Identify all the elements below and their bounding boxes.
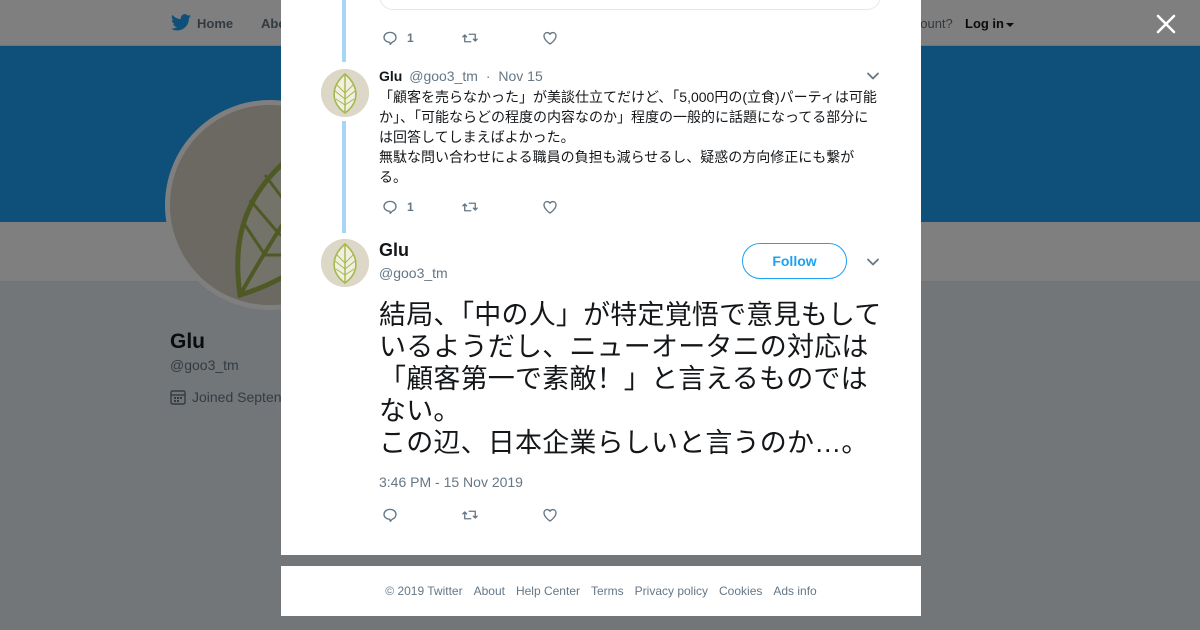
main-tweet-text: 結局、「中の人」が特定覚悟で意見もしているようだし、ニューオータニの対応は「顧客…: [379, 300, 882, 458]
footer-link-cookies[interactable]: Cookies: [719, 584, 762, 598]
like-button[interactable]: [541, 29, 621, 47]
footer-link-terms[interactable]: Terms: [591, 584, 624, 598]
chevron-down-icon[interactable]: [866, 71, 880, 81]
footer-link-about[interactable]: About: [474, 584, 505, 598]
retweet-icon: [462, 510, 478, 520]
thread-line: [342, 121, 346, 233]
main-tweet-avatar[interactable]: [321, 239, 369, 287]
reply-separator: ·: [485, 68, 491, 84]
reply-author-handle[interactable]: @goo3_tm: [409, 68, 478, 84]
like-button[interactable]: [541, 198, 621, 216]
reply-avatar[interactable]: [321, 69, 369, 117]
main-tweet-timestamp[interactable]: 3:46 PM - 15 Nov 2019: [379, 474, 523, 490]
reply-count: 1: [407, 31, 414, 45]
retweet-button[interactable]: [461, 198, 541, 216]
reply-button[interactable]: 1: [381, 29, 461, 47]
close-icon[interactable]: [1154, 12, 1178, 36]
reply-text: 「顧客を売らなかった」が美談仕立てだけど、「5,000円の(立食)パーティは可能…: [379, 89, 877, 185]
retweet-button[interactable]: [461, 506, 541, 524]
reply-tweet-actions: 1: [381, 198, 621, 216]
footer-link-privacy-policy[interactable]: Privacy policy: [635, 584, 708, 598]
main-tweet-author-name[interactable]: Glu: [379, 240, 409, 261]
reply-header: Glu @goo3_tm · Nov 15: [379, 68, 543, 84]
follow-button[interactable]: Follow: [742, 243, 847, 279]
reply-button[interactable]: [381, 506, 461, 524]
heart-icon: [543, 200, 557, 214]
thread-line: [342, 0, 346, 62]
heart-icon: [543, 31, 557, 45]
previous-tweet-actions: 1: [381, 29, 621, 47]
reply-icon: [383, 508, 397, 523]
reply-icon: [383, 200, 397, 215]
reply-button[interactable]: 1: [381, 198, 461, 216]
main-tweet-actions: [381, 506, 621, 524]
chevron-down-icon[interactable]: [866, 257, 880, 267]
footer-link-ads-info[interactable]: Ads info: [773, 584, 816, 598]
leaf-icon: [321, 239, 369, 287]
footer-copyright: © 2019 Twitter: [385, 584, 463, 598]
retweet-button[interactable]: [461, 29, 541, 47]
reply-author-name[interactable]: Glu: [379, 68, 402, 84]
reply-icon: [383, 31, 397, 46]
reply-count: 1: [407, 200, 414, 214]
previous-tweet-card[interactable]: [379, 0, 881, 10]
like-button[interactable]: [541, 506, 621, 524]
tweet-modal: 1 Glu @goo3_tm · Nov 15 「顧客を売らなかった」が美談仕立…: [281, 0, 921, 555]
footer-link-help-center[interactable]: Help Center: [516, 584, 580, 598]
main-tweet-author-handle[interactable]: @goo3_tm: [379, 265, 448, 281]
retweet-icon: [462, 33, 478, 43]
retweet-icon: [462, 202, 478, 212]
heart-icon: [543, 508, 557, 522]
modal-footer: © 2019 Twitter About Help Center Terms P…: [281, 566, 921, 616]
leaf-icon: [321, 69, 369, 117]
reply-date[interactable]: Nov 15: [498, 68, 542, 84]
